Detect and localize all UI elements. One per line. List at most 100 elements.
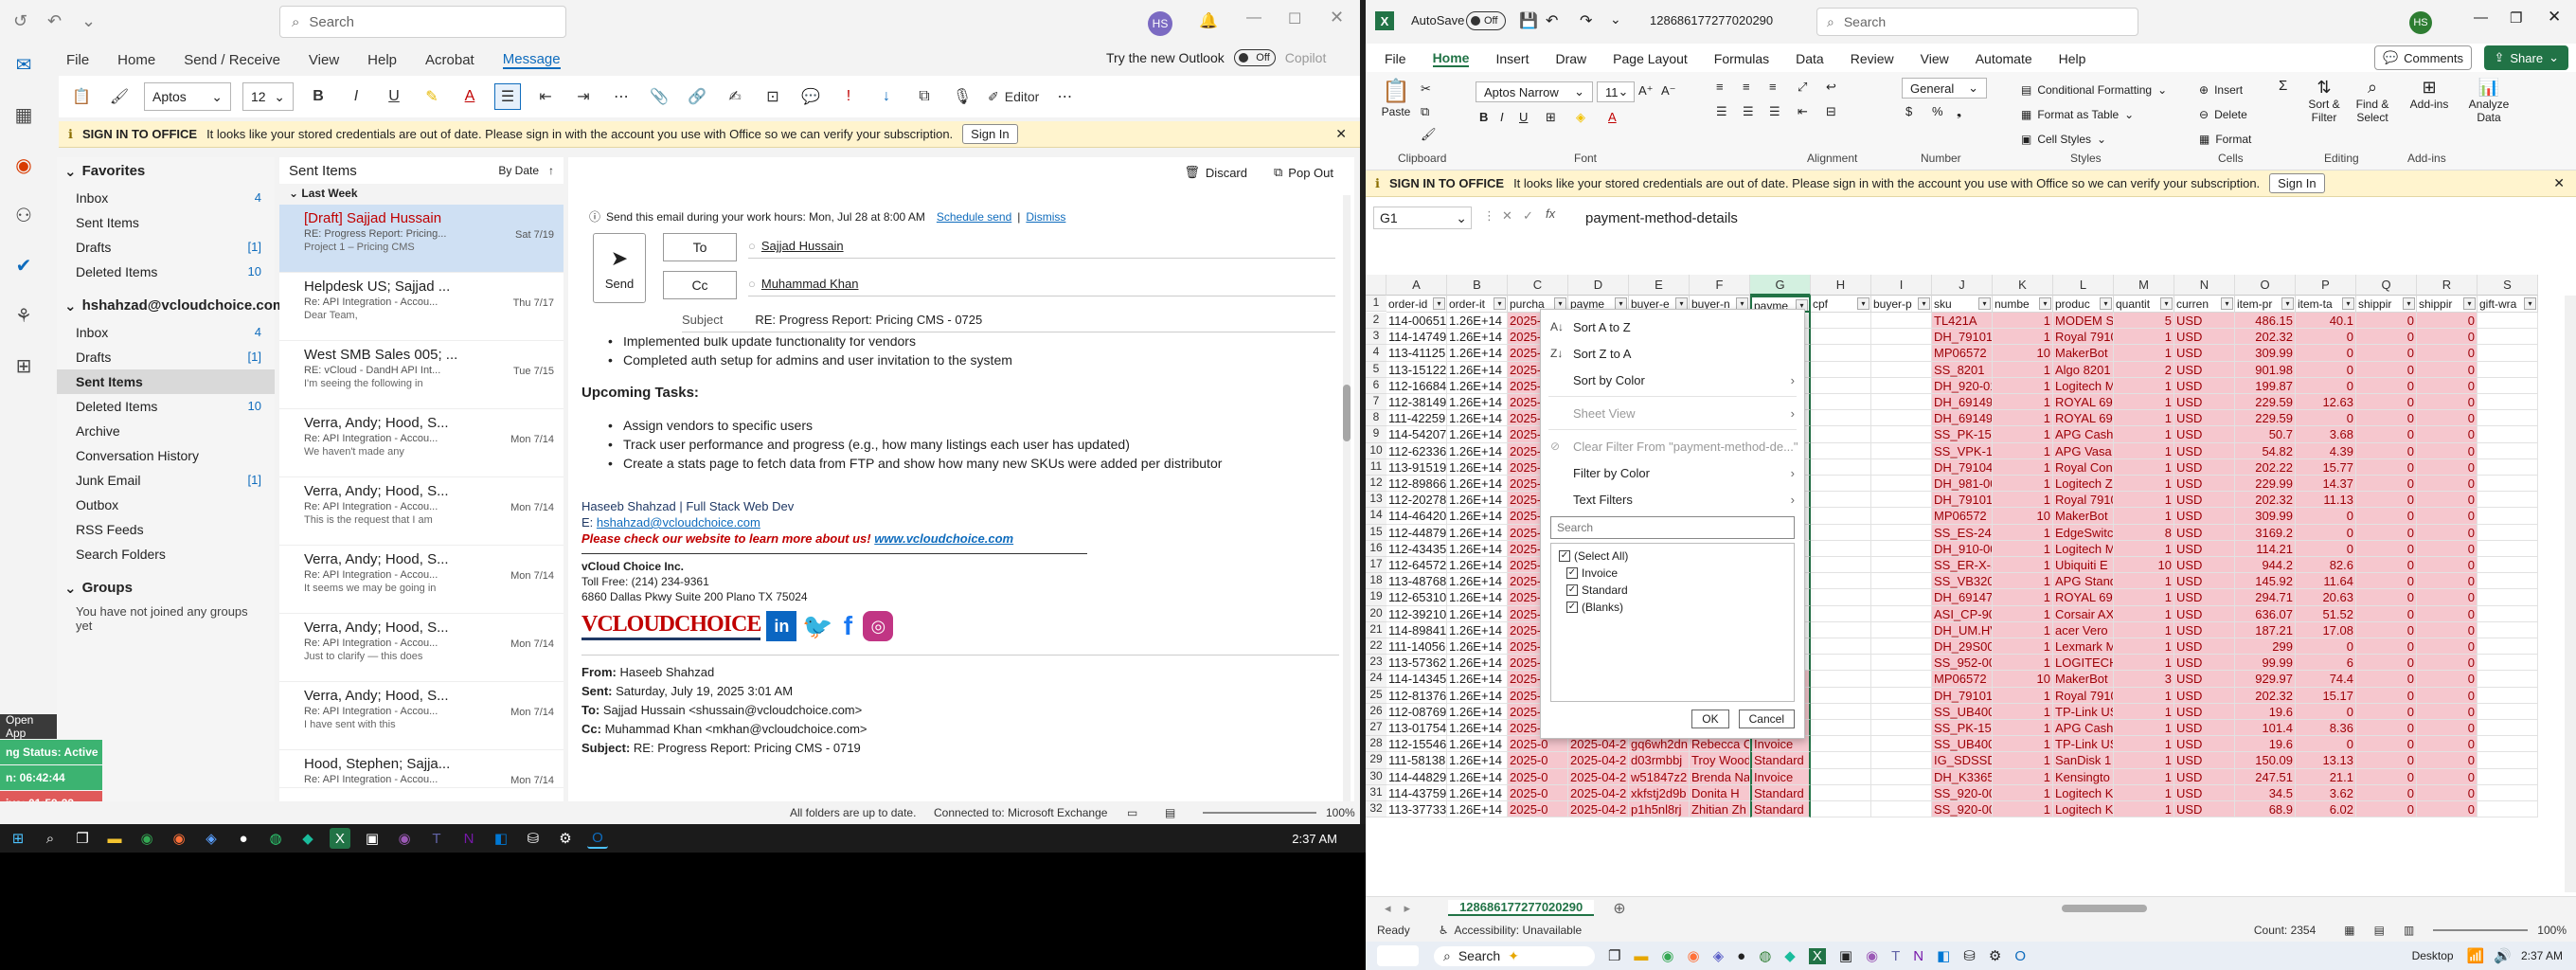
table-cell[interactable]: 1.26E+14 bbox=[1447, 736, 1508, 753]
scrollbar[interactable] bbox=[1343, 195, 1351, 801]
table-cell[interactable]: 10 bbox=[1993, 508, 2053, 525]
table-cell[interactable]: 0 bbox=[2296, 345, 2356, 362]
table-cell[interactable]: 0 bbox=[2356, 768, 2417, 785]
table-cell[interactable]: 82.6 bbox=[2296, 557, 2356, 574]
firefox-icon[interactable]: ◉ bbox=[1687, 947, 1699, 964]
table-cell[interactable]: 0 bbox=[2417, 589, 2478, 606]
table-cell[interactable] bbox=[1871, 621, 1932, 638]
sort-by-color-item[interactable]: Sort by Color › bbox=[1541, 367, 1804, 393]
menu-review[interactable]: Review bbox=[1851, 51, 1894, 66]
table-cell[interactable]: 0 bbox=[2417, 621, 2478, 638]
table-cell[interactable]: USD bbox=[2174, 524, 2235, 541]
app-icon[interactable]: ◉ bbox=[394, 828, 415, 849]
table-cell[interactable]: SS_8201 bbox=[1932, 361, 1993, 378]
table-cell[interactable] bbox=[2478, 476, 2538, 493]
table-cell[interactable]: 1.26E+14 bbox=[1447, 329, 1508, 346]
table-cell[interactable] bbox=[1811, 377, 1871, 394]
table-cell[interactable] bbox=[1811, 671, 1871, 688]
header-cell[interactable]: quantit ▾ bbox=[2114, 296, 2174, 313]
table-cell[interactable] bbox=[2478, 394, 2538, 411]
table-cell[interactable] bbox=[1871, 703, 1932, 720]
table-cell[interactable]: 0 bbox=[2296, 736, 2356, 753]
table-cell[interactable]: 1.26E+14 bbox=[1447, 377, 1508, 394]
table-cell[interactable]: 1.26E+14 bbox=[1447, 345, 1508, 362]
table-cell[interactable]: 2 bbox=[2114, 361, 2174, 378]
table-cell[interactable]: 2025-0 bbox=[1508, 801, 1568, 818]
table-cell[interactable]: USD bbox=[2174, 801, 2235, 818]
favorite-sent-items[interactable]: Sent Items bbox=[57, 210, 275, 235]
table-cell[interactable]: USD bbox=[2174, 345, 2235, 362]
italic-button[interactable]: I bbox=[343, 83, 369, 110]
table-cell[interactable]: 0 bbox=[2417, 736, 2478, 753]
folder-sent-items[interactable]: Sent Items bbox=[57, 369, 275, 394]
table-cell[interactable]: 1 bbox=[2114, 784, 2174, 801]
apps-icon[interactable]: ⊡ bbox=[760, 83, 786, 110]
calendar-icon[interactable]: ▦ bbox=[15, 103, 33, 127]
table-cell[interactable]: 1 bbox=[2114, 394, 2174, 411]
table-cell[interactable] bbox=[1811, 687, 1871, 704]
table-cell[interactable]: SS_ER-X-S bbox=[1932, 557, 1993, 574]
row-header[interactable]: 4 bbox=[1366, 345, 1386, 362]
table-cell[interactable]: 0 bbox=[2417, 524, 2478, 541]
table-cell[interactable]: 1.26E+14 bbox=[1447, 720, 1508, 737]
table-cell[interactable]: USD bbox=[2174, 687, 2235, 704]
percent-icon[interactable]: % bbox=[1932, 104, 1943, 118]
highlight-icon[interactable]: ✎ bbox=[419, 83, 445, 110]
table-cell[interactable]: 299 bbox=[2235, 638, 2296, 656]
table-cell[interactable]: 1 bbox=[2114, 703, 2174, 720]
menu-data[interactable]: Data bbox=[1796, 51, 1824, 66]
table-cell[interactable]: 112-81376 bbox=[1386, 687, 1447, 704]
folder-conversation-history[interactable]: Conversation History bbox=[57, 443, 275, 468]
table-cell[interactable]: 1 bbox=[2114, 752, 2174, 769]
table-cell[interactable]: 40.1 bbox=[2296, 313, 2356, 330]
filter-dropdown-icon[interactable]: ▾ bbox=[2281, 297, 2294, 310]
list-item[interactable]: Verra, Andy; Hood, S... Re: API Integrati… bbox=[279, 682, 564, 750]
vscode-icon[interactable]: ◧ bbox=[491, 828, 511, 849]
table-cell[interactable]: USD bbox=[2174, 573, 2235, 590]
table-cell[interactable]: Lexmark M bbox=[2053, 638, 2114, 656]
table-cell[interactable]: 0 bbox=[2356, 458, 2417, 476]
table-cell[interactable]: 114-00651 bbox=[1386, 313, 1447, 330]
instagram-icon[interactable]: ◎ bbox=[863, 611, 894, 641]
table-cell[interactable]: 0 bbox=[2417, 410, 2478, 427]
table-cell[interactable]: 114.21 bbox=[2235, 540, 2296, 557]
filter-option-blanks[interactable]: ✓ (Blanks) bbox=[1559, 599, 1786, 616]
table-cell[interactable]: 3.62 bbox=[2296, 784, 2356, 801]
minimize-icon[interactable]: — bbox=[1246, 9, 1261, 27]
app-icon[interactable]: ◈ bbox=[201, 828, 222, 849]
filter-dropdown-icon[interactable]: ▾ bbox=[2160, 297, 2173, 310]
filter-dropdown-icon[interactable]: ▾ bbox=[1433, 297, 1445, 310]
table-cell[interactable] bbox=[2478, 621, 2538, 638]
header-cell[interactable]: buyer-p ▾ bbox=[1871, 296, 1932, 313]
table-cell[interactable]: 114-14749 bbox=[1386, 329, 1447, 346]
filter-dropdown-icon[interactable]: ▾ bbox=[1918, 297, 1930, 310]
table-cell[interactable]: MakerBot bbox=[2053, 671, 2114, 688]
more-options-icon[interactable]: ⋯ bbox=[1051, 83, 1078, 110]
editor-button[interactable]: ✐ Editor bbox=[987, 83, 1040, 110]
table-cell[interactable]: 1 bbox=[2114, 476, 2174, 493]
table-cell[interactable] bbox=[1871, 442, 1932, 459]
row-header[interactable]: 23 bbox=[1366, 655, 1386, 672]
table-cell[interactable]: 0 bbox=[2356, 605, 2417, 622]
close-icon[interactable]: ✕ bbox=[1335, 126, 1347, 142]
table-cell[interactable] bbox=[1811, 720, 1871, 737]
outlook-icon[interactable]: O bbox=[2014, 948, 2026, 964]
table-cell[interactable] bbox=[1811, 313, 1871, 330]
maximize-icon[interactable]: ☐ bbox=[1288, 9, 1301, 28]
table-cell[interactable] bbox=[1871, 540, 1932, 557]
table-cell[interactable] bbox=[1871, 458, 1932, 476]
table-cell[interactable]: USD bbox=[2174, 720, 2235, 737]
table-cell[interactable]: 202.32 bbox=[2235, 687, 2296, 704]
table-cell[interactable]: acer Vero bbox=[2053, 621, 2114, 638]
table-cell[interactable]: 0 bbox=[2296, 329, 2356, 346]
column-header[interactable]: A bbox=[1386, 275, 1447, 296]
table-cell[interactable]: DH_69149 bbox=[1932, 394, 1993, 411]
menu-view[interactable]: View bbox=[309, 52, 339, 68]
increase-indent-icon[interactable]: ⇥ bbox=[570, 83, 597, 110]
table-cell[interactable]: 0 bbox=[2356, 687, 2417, 704]
folder-rss-feeds[interactable]: RSS Feeds bbox=[57, 517, 275, 542]
filter-by-color-item[interactable]: Filter by Color › bbox=[1541, 459, 1804, 486]
column-header[interactable]: B bbox=[1447, 275, 1508, 296]
table-cell[interactable] bbox=[1811, 736, 1871, 753]
table-cell[interactable]: 636.07 bbox=[2235, 605, 2296, 622]
